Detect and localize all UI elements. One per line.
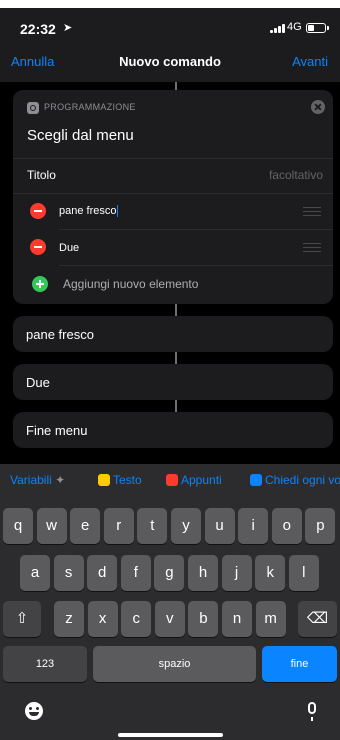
network-type: 4G: [287, 21, 302, 33]
key-x[interactable]: x: [87, 601, 118, 637]
choose-from-menu-action[interactable]: PROGRAMMAZIONE Scegli dal menu Titolo fa…: [13, 90, 333, 304]
key-v[interactable]: v: [154, 601, 185, 637]
text-variable-button[interactable]: Testo: [98, 473, 142, 487]
connector-line: [175, 304, 177, 316]
delete-item-icon[interactable]: [30, 239, 46, 255]
variable-suggestion-bar: Variabili ✦ Testo Appunti Chiedi ogni vo…: [0, 464, 340, 498]
numbers-key[interactable]: 123: [3, 646, 87, 682]
end-menu-label: Fine menu: [26, 423, 88, 438]
next-button[interactable]: Avanti: [292, 54, 328, 69]
variables-button[interactable]: Variabili ✦: [10, 473, 65, 487]
menu-case-block[interactable]: Due: [13, 364, 333, 400]
key-u[interactable]: u: [204, 508, 235, 544]
key-h[interactable]: h: [188, 555, 218, 591]
key-t[interactable]: t: [137, 508, 168, 544]
key-f[interactable]: f: [120, 555, 151, 591]
menu-case-label: Due: [26, 375, 50, 390]
key-k[interactable]: k: [255, 555, 286, 591]
divider: [59, 265, 333, 266]
action-title: Scegli dal menu: [27, 127, 134, 144]
key-p[interactable]: p: [305, 508, 336, 544]
key-a[interactable]: a: [20, 555, 50, 591]
key-b[interactable]: b: [188, 601, 219, 637]
ask-each-time-label: Chiedi ogni volta: [265, 473, 340, 487]
variables-label: Variabili: [10, 473, 52, 487]
emoji-icon[interactable]: [25, 702, 43, 720]
menu-item-input[interactable]: pane fresco: [59, 205, 119, 218]
reorder-handle-icon[interactable]: [303, 207, 321, 216]
connector-line: [175, 400, 177, 412]
ask-each-time-button[interactable]: Chiedi ogni volta: [250, 473, 340, 487]
location-arrow-icon: ➤: [63, 22, 73, 34]
menu-item-input[interactable]: Due: [59, 242, 79, 254]
key-c[interactable]: c: [121, 601, 152, 637]
reorder-handle-icon[interactable]: [303, 243, 321, 252]
space-key[interactable]: spazio: [93, 646, 256, 682]
action-category: PROGRAMMAZIONE: [44, 102, 136, 112]
divider: [13, 193, 333, 194]
home-indicator: [118, 733, 223, 737]
key-s[interactable]: s: [53, 555, 84, 591]
remove-action-icon[interactable]: [311, 100, 325, 114]
done-key[interactable]: fine: [262, 646, 337, 682]
prompt-input[interactable]: facoltativo: [269, 168, 323, 182]
key-e[interactable]: e: [70, 508, 101, 544]
add-item-button[interactable]: Aggiungi nuovo elemento: [63, 277, 198, 291]
page-title: Nuovo comando: [119, 54, 221, 69]
status-bar: 22:32 ➤ 4G: [0, 8, 340, 44]
battery-icon: [306, 23, 329, 33]
end-menu-block[interactable]: Fine menu: [13, 412, 333, 448]
key-d[interactable]: d: [87, 555, 118, 591]
text-icon: [98, 474, 110, 486]
caption-strip: [0, 0, 340, 8]
status-time: 22:32: [20, 21, 56, 37]
clipboard-variable-label: Appunti: [181, 473, 222, 487]
key-j[interactable]: j: [221, 555, 252, 591]
clipboard-icon: [166, 474, 178, 486]
backspace-key[interactable]: ⌫: [298, 601, 337, 637]
key-r[interactable]: r: [103, 508, 134, 544]
magic-wand-icon: ✦: [55, 473, 66, 487]
chat-bubble-icon: [250, 474, 262, 486]
key-g[interactable]: g: [154, 555, 185, 591]
shift-key[interactable]: ⇧: [3, 601, 41, 637]
text-variable-label: Testo: [113, 473, 142, 487]
microphone-icon[interactable]: [308, 702, 316, 721]
menu-case-block[interactable]: pane fresco: [13, 316, 333, 352]
text-cursor: [117, 205, 119, 218]
add-item-icon[interactable]: [32, 276, 48, 292]
signal-icon: [270, 23, 286, 33]
scripting-icon: [27, 102, 39, 114]
key-i[interactable]: i: [238, 508, 269, 544]
divider: [13, 158, 333, 159]
key-n[interactable]: n: [222, 601, 252, 637]
prompt-label: Titolo: [27, 168, 56, 182]
key-z[interactable]: z: [54, 601, 84, 637]
key-q[interactable]: q: [3, 508, 33, 544]
key-l[interactable]: l: [288, 555, 319, 591]
delete-item-icon[interactable]: [30, 203, 46, 219]
menu-item-text: pane fresco: [59, 205, 117, 217]
key-y[interactable]: y: [171, 508, 201, 544]
divider: [59, 229, 333, 230]
clipboard-variable-button[interactable]: Appunti: [166, 473, 222, 487]
connector-line: [175, 352, 177, 364]
key-o[interactable]: o: [271, 508, 302, 544]
menu-case-label: pane fresco: [26, 327, 94, 342]
navigation-bar: Annulla Nuovo comando Avanti: [0, 44, 340, 82]
key-w[interactable]: w: [36, 508, 67, 544]
key-m[interactable]: m: [255, 601, 286, 637]
